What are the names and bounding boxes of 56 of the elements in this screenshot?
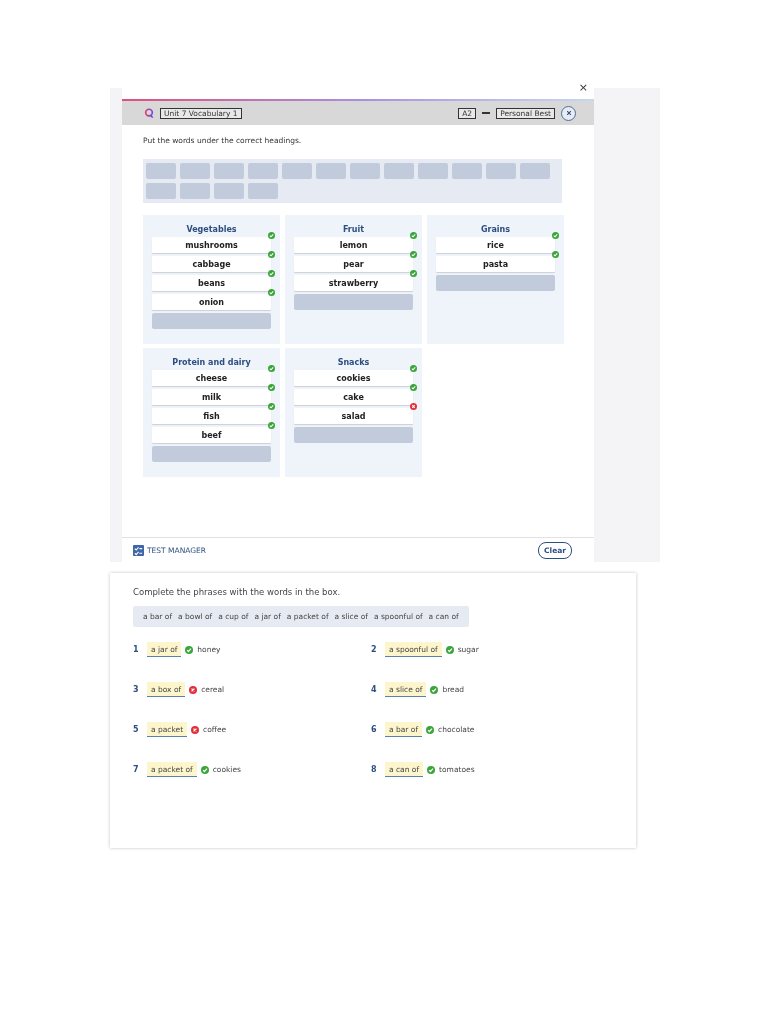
empty-slot[interactable] xyxy=(248,183,278,199)
empty-slot[interactable] xyxy=(316,163,346,179)
drop-slot[interactable] xyxy=(294,294,413,310)
logo-icon xyxy=(144,108,154,118)
item-number: 8 xyxy=(371,765,378,774)
drop-slot[interactable] xyxy=(436,275,555,291)
category-heading: Snacks xyxy=(336,358,371,367)
empty-slot[interactable] xyxy=(282,163,312,179)
close-icon xyxy=(565,110,572,116)
category-heading: Vegetables xyxy=(185,225,238,234)
empty-slot[interactable] xyxy=(452,163,482,179)
close-icon[interactable]: × xyxy=(578,82,588,93)
word-tile[interactable]: onion xyxy=(152,294,271,310)
category-heading: Grains xyxy=(479,225,512,234)
category-heading: Fruit xyxy=(341,225,366,234)
word-tile[interactable]: cookies xyxy=(294,370,413,386)
empty-slot[interactable] xyxy=(180,183,210,199)
item-number: 2 xyxy=(371,645,378,654)
word-tile[interactable]: rice xyxy=(436,237,555,253)
empty-slot[interactable] xyxy=(520,163,550,179)
word-tile[interactable]: cheese xyxy=(152,370,271,386)
close-button[interactable] xyxy=(561,105,576,121)
instruction: Complete the phrases with the words in the box. xyxy=(133,587,342,597)
item-number: 5 xyxy=(133,725,140,734)
word-tile[interactable]: salad xyxy=(294,408,413,424)
item-number: 3 xyxy=(133,685,140,694)
word-tile[interactable]: strawberry xyxy=(294,275,413,291)
empty-slot[interactable] xyxy=(384,163,414,179)
word-tile[interactable]: beef xyxy=(152,427,271,443)
empty-slot[interactable] xyxy=(214,183,244,199)
empty-slot[interactable] xyxy=(248,163,278,179)
word-tile[interactable]: milk xyxy=(152,389,271,405)
word-tile[interactable]: pear xyxy=(294,256,413,272)
drop-slot[interactable] xyxy=(152,446,271,462)
checklist-icon xyxy=(133,544,144,556)
empty-slot[interactable] xyxy=(214,163,244,179)
drop-slot[interactable] xyxy=(294,427,413,443)
empty-slot[interactable] xyxy=(146,163,176,179)
item-number: 7 xyxy=(133,765,140,774)
item-number: 4 xyxy=(371,685,378,694)
item-number: 1 xyxy=(133,645,140,654)
drop-slot[interactable] xyxy=(152,313,271,329)
category-heading: Protein and dairy xyxy=(171,358,252,367)
word-tile[interactable]: fish xyxy=(152,408,271,424)
empty-slot[interactable] xyxy=(418,163,448,179)
empty-slot[interactable] xyxy=(350,163,380,179)
empty-slot[interactable] xyxy=(146,183,176,199)
word-tile[interactable]: cabbage xyxy=(152,256,271,272)
empty-slot[interactable] xyxy=(180,163,210,179)
word-tile[interactable]: beans xyxy=(152,275,271,291)
word-tile[interactable]: cake xyxy=(294,389,413,405)
word-tile[interactable]: mushrooms xyxy=(152,237,271,253)
word-tile[interactable]: lemon xyxy=(294,237,413,253)
empty-slot[interactable] xyxy=(486,163,516,179)
item-number: 6 xyxy=(371,725,378,734)
word-tile[interactable]: pasta xyxy=(436,256,555,272)
